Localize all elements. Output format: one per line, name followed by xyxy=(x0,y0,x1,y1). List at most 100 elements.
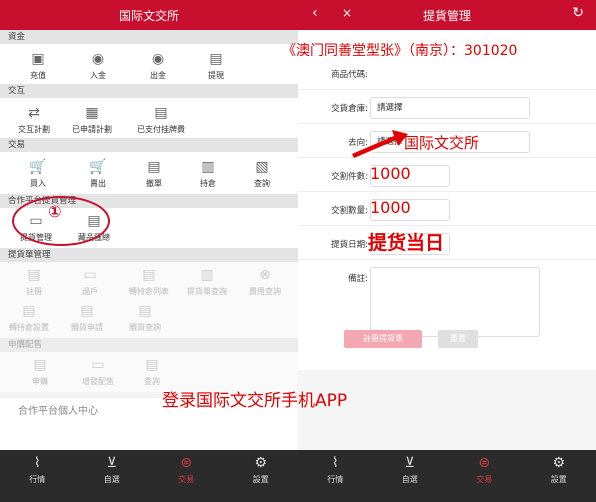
query-icon: ▥ xyxy=(200,267,214,283)
pickup-fee[interactable]: ⊗ 費用查詢 xyxy=(236,266,294,297)
gear-icon: ⚙ xyxy=(552,455,566,471)
section-trade: 交易 xyxy=(0,138,298,152)
cart-in-icon: 🛒 xyxy=(29,159,47,175)
back-icon[interactable]: ‹ xyxy=(312,5,318,21)
row-date: 提貨日期: xyxy=(298,228,596,260)
tab-market-r[interactable]: ⌇ 行情 xyxy=(298,450,373,502)
form-buttons: 註冊提貨單 重置 xyxy=(298,330,596,354)
tab-market[interactable]: ⌇ 行情 xyxy=(0,450,75,502)
reset-button[interactable]: 重置 xyxy=(438,330,478,348)
refresh-icon[interactable]: ↻ xyxy=(572,5,584,21)
chart-icon: ⌇ xyxy=(331,455,339,471)
tab-watchlist[interactable]: ⊻ 自選 xyxy=(75,450,150,502)
trade-icon: ⊜ xyxy=(180,455,193,471)
funds-withdraw[interactable]: ◉ 出金 xyxy=(132,50,184,81)
apply-icon: ▤ xyxy=(80,303,94,319)
pickup-register[interactable]: ▤ 註冊 xyxy=(8,266,60,297)
overlay-destination: 国际文交所 xyxy=(404,134,480,152)
funds-cashout[interactable]: ▤ 提現 xyxy=(190,50,242,81)
pickup-area: ▤ 註冊 ▭ 過戶 ▤ 轉持倉列表 ▥ 提貨單查詢 ⊗ 費用查詢 ▤ 轉持倉設置 ▤ 贖貨申請… xyxy=(0,262,298,338)
trade-cancel[interactable]: ▤ 撤單 xyxy=(128,158,180,189)
pickup-form: 商品代碼: 交貨倉庫: 請選擇 去向: 請選擇 交割件數: 交割數量: 提貨日期… xyxy=(298,30,596,370)
trade-icon: ⊜ xyxy=(478,455,491,471)
trade-position[interactable]: ▥ 持倉 xyxy=(182,158,234,189)
pickup-query[interactable]: ▥ 提貨單查詢 xyxy=(178,266,236,297)
overlay-date: 提货当日 xyxy=(368,232,445,254)
apply-subscribe[interactable]: ▤ 申購 xyxy=(14,356,66,387)
register-icon: ▤ xyxy=(27,267,41,283)
gear-icon: ⚙ xyxy=(254,455,268,471)
funds-row: ▣ 充值 ◉ 入金 ◉ 出金 ▤ 提現 xyxy=(0,44,298,84)
section-pickup: 提貨單管理 xyxy=(0,248,298,262)
step-number: ① xyxy=(48,202,62,221)
pickup-redeem-query[interactable]: ▤ 贖貨查詢 xyxy=(116,302,174,333)
safe-icon: ▣ xyxy=(31,51,45,67)
remark-textarea[interactable] xyxy=(370,267,540,337)
tab-settings[interactable]: ⚙ 設置 xyxy=(224,450,299,502)
pickup-redeem-apply[interactable]: ▤ 贖貨申請 xyxy=(58,302,116,333)
pickup-settings[interactable]: ▤ 轉持倉設置 xyxy=(0,302,58,333)
left-header: 国际文交所 xyxy=(0,0,298,30)
left-panel: 国际文交所 資金 ▣ 充值 ◉ 入金 ◉ 出金 ▤ 提現 交互 ⇄ 交互計劃 ▦ 已申請計劃… xyxy=(0,0,298,502)
left-tabbar: ⌇ 行情 ⊻ 自選 ⊜ 交易 ⚙ 設置 xyxy=(0,450,298,502)
row-pieces: 交割件數: xyxy=(298,160,596,192)
query-icon: ▤ xyxy=(138,303,152,319)
query-icon: ▤ xyxy=(145,357,159,373)
cart-icon: ⊻ xyxy=(404,455,415,471)
right-header: ‹ × 提貨管理 ↻ xyxy=(298,0,596,30)
funds-deposit[interactable]: ◉ 入金 xyxy=(72,50,124,81)
query-icon: ▧ xyxy=(255,159,269,175)
warehouse-select[interactable]: 請選擇 xyxy=(370,97,530,119)
tab-watchlist-r[interactable]: ⊻ 自選 xyxy=(373,450,448,502)
tab-trade[interactable]: ⊜ 交易 xyxy=(149,450,224,502)
right-title: 提貨管理 xyxy=(422,8,471,23)
overlay-arrow-icon xyxy=(352,130,408,158)
trade-row: 🛒 買入 🛒 賣出 ▤ 撤單 ▥ 持倉 ▧ 查詢 xyxy=(0,152,298,194)
logo xyxy=(0,0,58,10)
interact-paid[interactable]: ▤ 已支付挂牌費 xyxy=(126,104,196,135)
right-panel: ‹ × 提貨管理 ↻ 商品代碼: 交貨倉庫: 請選擇 去向: 請選擇 交割件數:… xyxy=(298,0,596,502)
tab-settings-r[interactable]: ⚙ 設置 xyxy=(522,450,596,502)
overlay-product: 《澳门同善堂型张》（南京）：301020 xyxy=(282,43,518,59)
overlay-pieces: 1000 xyxy=(370,164,411,183)
settings-icon: ▤ xyxy=(22,303,36,319)
screenshot-root: { "left": { "title": "国际文交所", "sections"… xyxy=(0,0,596,502)
row-product-code: 商品代碼: xyxy=(298,58,596,90)
withdraw-icon: ◉ xyxy=(151,51,165,67)
apply-query[interactable]: ▤ 查詢 xyxy=(126,356,178,387)
interact-row: ⇄ 交互計劃 ▦ 已申請計劃 ▤ 已支付挂牌費 xyxy=(0,98,298,138)
row-quantity: 交割數量: xyxy=(298,194,596,226)
overlay-quantity: 1000 xyxy=(370,198,411,217)
plan-icon: ▦ xyxy=(85,105,99,121)
transfer-own-icon: ▭ xyxy=(83,267,97,283)
interact-applied[interactable]: ▦ 已申請計劃 xyxy=(66,104,118,135)
section-apply: 申購配售 xyxy=(0,338,298,352)
list-icon: ▤ xyxy=(142,267,156,283)
funds-recharge[interactable]: ▣ 充值 xyxy=(12,50,64,81)
cancel-doc-icon: ▤ xyxy=(147,159,161,175)
truncated-row xyxy=(0,426,298,450)
section-interact: 交互 xyxy=(0,84,298,98)
deposit-icon: ◉ xyxy=(91,51,105,67)
fee-icon: ⊗ xyxy=(259,267,271,283)
transfer-icon: ⇄ xyxy=(28,105,40,121)
cart-out-icon: 🛒 xyxy=(89,159,107,175)
pickup-list[interactable]: ▤ 轉持倉列表 xyxy=(120,266,178,297)
cart-icon: ⊻ xyxy=(106,455,117,471)
position-icon: ▥ xyxy=(201,159,215,175)
trade-query[interactable]: ▧ 查詢 xyxy=(236,158,288,189)
trade-buy[interactable]: 🛒 買入 xyxy=(12,158,64,189)
pickup-transfer[interactable]: ▭ 過戶 xyxy=(64,266,116,297)
doc-icon: ▤ xyxy=(154,105,168,121)
apply-additional[interactable]: ▭ 增發配售 xyxy=(72,356,124,387)
row-remark: 備註: xyxy=(298,262,596,337)
apply-icon: ▤ xyxy=(33,357,47,373)
tab-trade-r[interactable]: ⊜ 交易 xyxy=(447,450,522,502)
interact-plan[interactable]: ⇄ 交互計劃 xyxy=(8,104,60,135)
trade-sell[interactable]: 🛒 賣出 xyxy=(72,158,124,189)
left-title: 国际文交所 xyxy=(118,8,179,23)
submit-button[interactable]: 註冊提貨單 xyxy=(344,330,422,348)
overlay-login: 登录国际文交所手机APP xyxy=(162,391,348,411)
close-icon[interactable]: × xyxy=(342,6,352,20)
add-icon: ▭ xyxy=(91,357,105,373)
